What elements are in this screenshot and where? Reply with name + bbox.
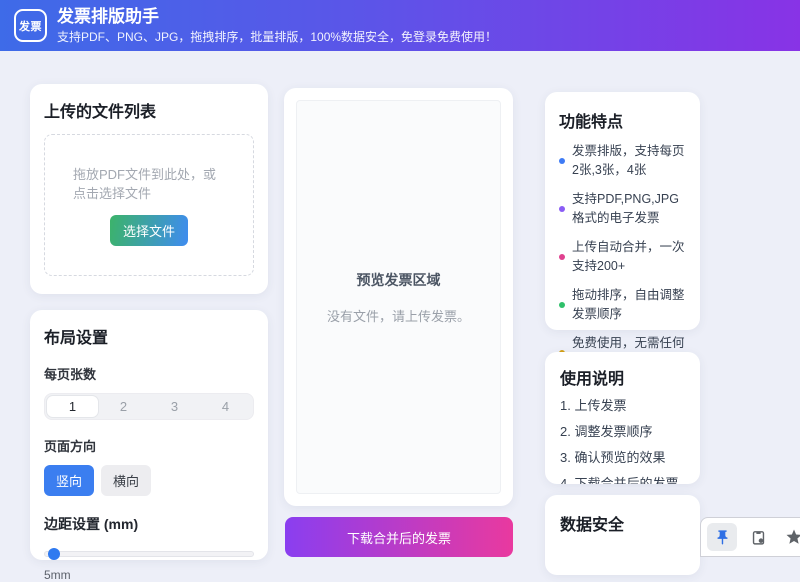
security-panel: 数据安全 [545,495,700,575]
preview-title: 预览发票区域 [357,270,441,290]
per-page-selector: 1 2 3 4 [44,393,254,420]
margin-label: 边距设置 (mm) [44,514,254,534]
floating-toolbar [700,517,800,557]
instruction-step: 1. 上传发票 [560,393,685,419]
slider-thumb[interactable] [48,548,60,560]
feature-bullet [559,254,565,260]
per-page-option-3[interactable]: 3 [149,396,200,417]
app-header: 发票 发票排版助手 支持PDF、PNG、JPG，拖拽排序，批量排版，100%数据… [0,0,800,51]
feature-text: 支持PDF,PNG,JPG格式的电子发票 [572,190,686,228]
feature-item: 上传自动合并，一次支持200+ [559,238,686,276]
pin-button[interactable] [707,523,737,551]
feature-bullet [559,302,565,308]
download-button[interactable]: 下载合并后的发票 [285,517,513,557]
security-title: 数据安全 [560,511,685,535]
clipboard-icon [750,529,767,546]
orientation-label: 页面方向 [44,436,254,455]
upload-panel: 上传的文件列表 拖放PDF文件到此处，或点击选择文件 选择文件 [30,84,268,294]
orientation-selector: 竖向 横向 [44,465,254,496]
feature-text: 发票排版，支持每页2张,3张，4张 [572,142,686,180]
slider-track[interactable] [44,551,254,557]
upload-title: 上传的文件列表 [44,98,254,122]
margin-slider[interactable] [44,548,254,560]
file-dropzone[interactable]: 拖放PDF文件到此处，或点击选择文件 选择文件 [44,134,254,276]
page-subtitle: 支持PDF、PNG、JPG，拖拽排序，批量排版，100%数据安全，免登录免费使用… [57,29,497,45]
instructions-title: 使用说明 [560,365,685,389]
dropzone-hint: 拖放PDF文件到此处，或点击选择文件 [73,165,225,203]
feature-bullet [559,158,565,164]
layout-settings-panel: 布局设置 每页张数 1 2 3 4 页面方向 竖向 横向 边距设置 (mm) 5… [30,310,268,560]
per-page-label: 每页张数 [44,364,254,383]
preview-panel: 预览发票区域 没有文件，请上传发票。 [284,88,513,506]
per-page-option-2[interactable]: 2 [98,396,149,417]
feature-item: 拖动排序，自由调整发票顺序 [559,286,686,324]
page-title: 发票排版助手 [57,7,497,27]
feature-item: 发票排版，支持每页2张,3张，4张 [559,142,686,180]
pin-icon [714,529,731,546]
features-title: 功能特点 [559,108,686,132]
choose-file-button[interactable]: 选择文件 [110,215,188,246]
preview-empty-hint: 没有文件，请上传发票。 [327,306,470,325]
margin-value: 5mm [44,568,254,582]
star-button[interactable] [779,523,800,551]
layout-settings-title: 布局设置 [44,324,254,348]
orientation-portrait-button[interactable]: 竖向 [44,465,94,496]
instruction-step: 2. 调整发票顺序 [560,419,685,445]
star-icon [785,528,800,546]
per-page-option-1[interactable]: 1 [47,396,98,417]
feature-bullet [559,206,565,212]
feature-text: 拖动排序，自由调整发票顺序 [572,286,686,324]
features-panel: 功能特点 发票排版，支持每页2张,3张，4张 支持PDF,PNG,JPG格式的电… [545,92,700,330]
instruction-step: 4. 下载合并后的发票 [560,471,685,484]
instructions-panel: 使用说明 1. 上传发票 2. 调整发票顺序 3. 确认预览的效果 4. 下载合… [545,352,700,484]
per-page-option-4[interactable]: 4 [200,396,251,417]
instruction-step: 3. 确认预览的效果 [560,445,685,471]
preview-area: 预览发票区域 没有文件，请上传发票。 [296,100,501,494]
feature-item: 支持PDF,PNG,JPG格式的电子发票 [559,190,686,228]
orientation-landscape-button[interactable]: 横向 [101,465,151,496]
logo-text: 发票 [19,18,42,34]
clipboard-button[interactable] [743,523,773,551]
feature-text: 上传自动合并，一次支持200+ [572,238,686,276]
app-logo: 发票 [14,9,47,42]
